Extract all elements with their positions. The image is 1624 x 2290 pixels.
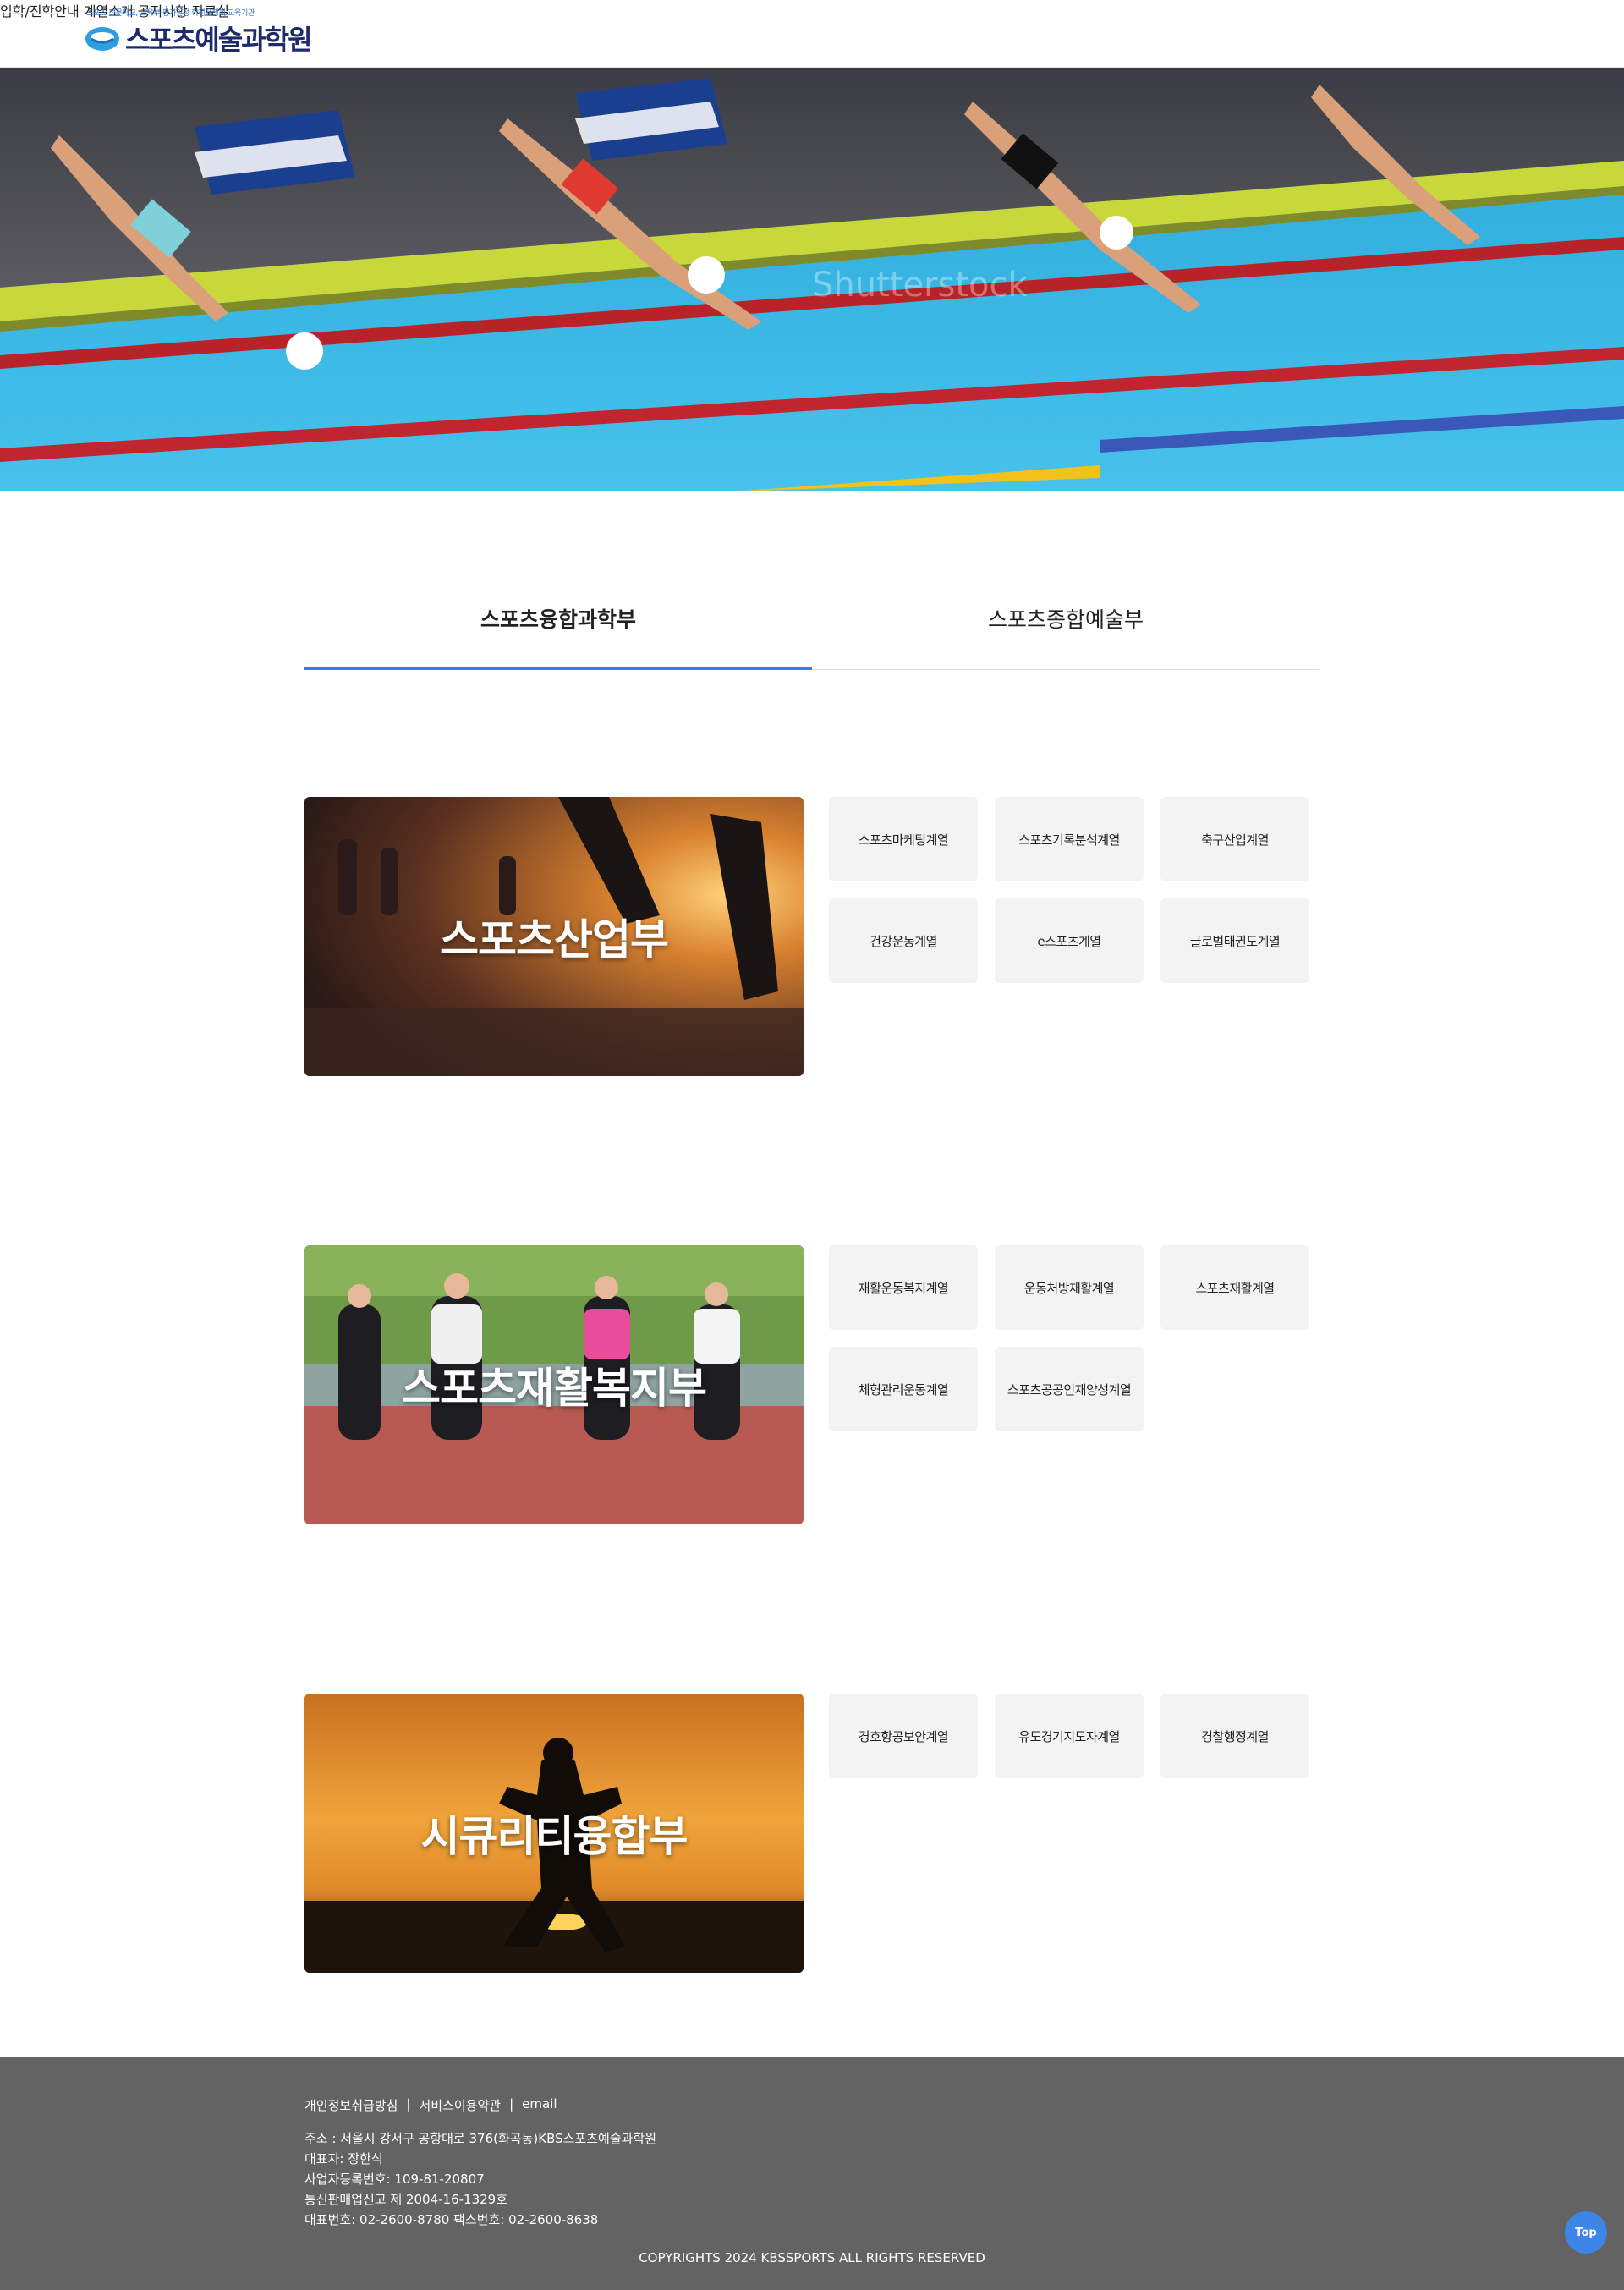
program-chip[interactable]: 건강운동계열 [829,898,978,983]
dept-sports-rehab: 스포츠재활복지부 재활운동복지계열 운동처방재활계열 스포츠재활계열 체형관리운… [304,1245,1320,1524]
division-tabs: 스포츠융합과학부 스포츠종합예술부 [304,584,1320,670]
tab-sports-science[interactable]: 스포츠융합과학부 [304,584,812,670]
footer-separator: | [509,2096,514,2112]
program-chip[interactable]: 축구산업계열 [1160,797,1309,881]
program-grid: 경호항공보안계열 유도경기지도자계열 경찰행정계열 [829,1694,1320,1778]
tab-sports-arts[interactable]: 스포츠종합예술부 [812,584,1320,670]
dept-image[interactable]: 시큐리티융합부 [304,1694,804,1973]
program-chip[interactable]: e스포츠계열 [995,898,1144,983]
footer-address: 주소 : 서울시 강서구 공항대로 376(화곡동)KBS스포츠예술과학원 [304,2131,657,2146]
dept-image[interactable]: 스포츠산업부 [304,797,804,1076]
site-header: 스포츠 전문학교, 교육부 평가인정 학점은행제 교육기관 스포츠예술과학원 입… [0,0,1624,68]
program-chip[interactable]: 운동처방재활계열 [995,1245,1144,1330]
program-chip[interactable]: 스포츠공공인재양성계열 [995,1347,1144,1431]
program-chip[interactable]: 스포츠재활계열 [1160,1245,1309,1330]
site-logo[interactable]: 스포츠 전문학교, 교육부 평가인정 학점은행제 교육기관 스포츠예술과학원 [83,7,313,59]
privacy-policy-link[interactable]: 개인정보취급방침 [304,2096,398,2114]
email-link[interactable]: email [522,2096,557,2114]
footer-info: 주소 : 서울시 강서구 공항대로 376(화곡동)KBS스포츠예술과학원 대표… [304,2128,656,2230]
site-footer: 개인정보취급방침 | 서비스이용약관 | email 주소 : 서울시 강서구 … [0,2057,1624,2290]
program-grid: 스포츠마케팅계열 스포츠기록분석계열 축구산업계열 건강운동계열 e스포츠계열 … [829,797,1320,983]
program-chip[interactable]: 유도경기지도자계열 [995,1694,1144,1778]
dept-sports-industry: 스포츠산업부 스포츠마케팅계열 스포츠기록분석계열 축구산업계열 건강운동계열 … [304,797,1320,1076]
logo-name: 스포츠예술과학원 [125,24,313,56]
program-chip[interactable]: 체형관리운동계열 [829,1347,978,1431]
program-chip[interactable]: 스포츠마케팅계열 [829,797,978,881]
nav-admission[interactable]: 입학/진학안내 [0,3,80,19]
program-chip[interactable]: 스포츠기록분석계열 [995,797,1144,881]
program-chip[interactable]: 글로벌태권도계열 [1160,898,1309,983]
scroll-top-button[interactable]: Top [1565,2211,1607,2254]
logo-emblem-icon [85,27,119,51]
dept-image[interactable]: 스포츠재활복지부 [304,1245,804,1524]
hero-banner: Shutterstock [0,68,1624,491]
program-chip[interactable]: 경찰행정계열 [1160,1694,1309,1778]
dept-title: 스포츠재활복지부 [402,1364,707,1413]
footer-ceo: 대표자: 장한식 [304,2151,383,2166]
footer-phone: 대표번호: 02-2600-8780 팩스번호: 02-2600-8638 [304,2212,599,2227]
logo-tagline: 스포츠 전문학교, 교육부 평가인정 학점은행제 교육기관 [86,9,255,18]
footer-copyright: COPYRIGHTS 2024 KBSSPORTS ALL RIGHTS RES… [639,2250,985,2265]
hero-swimming-image: Shutterstock [0,68,1624,491]
footer-mail-order: 통신판매업신고 제 2004-16-1329호 [304,2192,508,2207]
dept-security: 시큐리티융합부 경호항공보안계열 유도경기지도자계열 경찰행정계열 [304,1694,1320,1973]
dept-title: 스포츠산업부 [440,915,669,964]
program-chip[interactable]: 재활운동복지계열 [829,1245,978,1330]
program-chip[interactable]: 경호항공보안계열 [829,1694,978,1778]
footer-biz-no: 사업자등록번호: 109-81-20807 [304,2172,485,2187]
program-grid: 재활운동복지계열 운동처방재활계열 스포츠재활계열 체형관리운동계열 스포츠공공… [829,1245,1320,1431]
footer-links: 개인정보취급방침 | 서비스이용약관 | email [304,2096,557,2114]
hero-watermark: Shutterstock [812,266,1029,305]
footer-separator: | [406,2096,411,2112]
terms-link[interactable]: 서비스이용약관 [419,2096,501,2114]
dept-title: 시큐리티융합부 [420,1812,689,1861]
